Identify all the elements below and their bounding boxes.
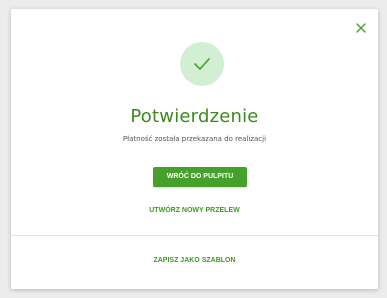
confirmation-dialog: Potwierdzenie Płatność została przekazan… bbox=[11, 9, 378, 289]
back-to-dashboard-button[interactable]: WRÓĆ DO PULPITU bbox=[153, 167, 247, 187]
check-icon bbox=[194, 58, 210, 70]
close-button[interactable] bbox=[354, 21, 368, 35]
close-icon bbox=[356, 23, 366, 33]
success-badge bbox=[180, 42, 224, 86]
divider bbox=[11, 235, 378, 236]
save-as-template-link[interactable]: ZAPISZ JAKO SZABLON bbox=[11, 257, 378, 264]
new-transfer-link[interactable]: UTWÓRZ NOWY PRZELEW bbox=[11, 207, 378, 214]
status-message: Płatność została przekazana do realizacj… bbox=[122, 135, 267, 143]
dialog-title: Potwierdzenie bbox=[130, 106, 259, 127]
